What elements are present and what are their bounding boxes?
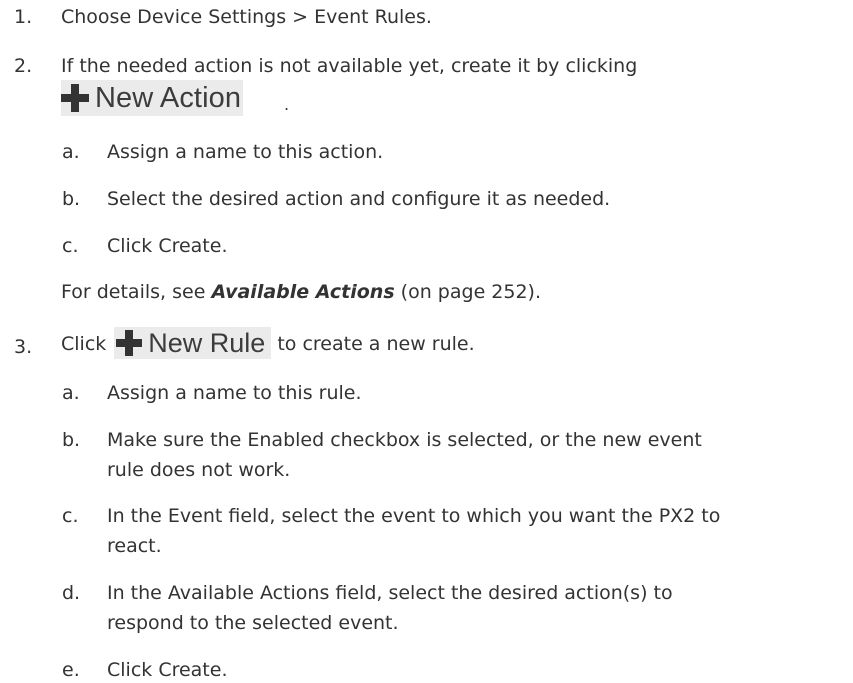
step-text: If the needed action is not available ye…	[61, 55, 638, 77]
trailing-period: .	[284, 95, 290, 114]
click-prefix: Click	[61, 333, 107, 355]
substep-text: Click Create.	[107, 659, 228, 681]
substep-letter: e.	[62, 659, 80, 681]
document-page: 1. Choose Device Settings > Event Rules.…	[0, 0, 853, 681]
details-reference: For details, see Available Actions (on p…	[61, 279, 541, 305]
plus-icon	[116, 330, 143, 356]
substep-text: Assign a name to this rule.	[107, 382, 362, 404]
substep-text: respond to the selected event.	[107, 612, 399, 634]
available-actions-link[interactable]: Available Actions	[211, 281, 394, 303]
substep-text: rule does not work.	[107, 459, 291, 481]
substep-letter: b.	[62, 188, 81, 210]
new-action-label: New Action	[95, 82, 242, 114]
substep-text: react.	[107, 535, 162, 557]
substep-text: In the Event field, select the event to …	[107, 505, 721, 527]
substep-text: In the Available Actions field, select t…	[107, 582, 673, 604]
details-suffix: (on page 252).	[394, 281, 542, 303]
new-action-button[interactable]: New Action	[61, 80, 244, 116]
step-number: 2.	[14, 55, 33, 77]
click-suffix: to create a new rule.	[277, 333, 475, 355]
substep-letter: c.	[62, 235, 79, 257]
step-number: 1.	[14, 6, 33, 28]
substep-letter: d.	[62, 582, 81, 604]
substep-text: Select the desired action and configure …	[107, 188, 611, 210]
step-text: Click New Rule to create a new rule.	[61, 326, 475, 362]
new-rule-button[interactable]: New Rule	[114, 327, 272, 359]
substep-letter: a.	[62, 382, 80, 404]
substep-letter: c.	[62, 505, 79, 527]
step-number: 3.	[14, 336, 33, 358]
substep-text: Assign a name to this action.	[107, 141, 384, 163]
substep-text: Make sure the Enabled checkbox is select…	[107, 429, 702, 451]
substep-text: Click Create.	[107, 235, 228, 257]
step-text: Choose Device Settings > Event Rules.	[61, 6, 432, 28]
plus-icon	[61, 84, 89, 112]
substep-letter: a.	[62, 141, 80, 163]
details-prefix: For details, see	[61, 281, 212, 303]
new-rule-label: New Rule	[148, 328, 266, 358]
substep-letter: b.	[62, 429, 81, 451]
